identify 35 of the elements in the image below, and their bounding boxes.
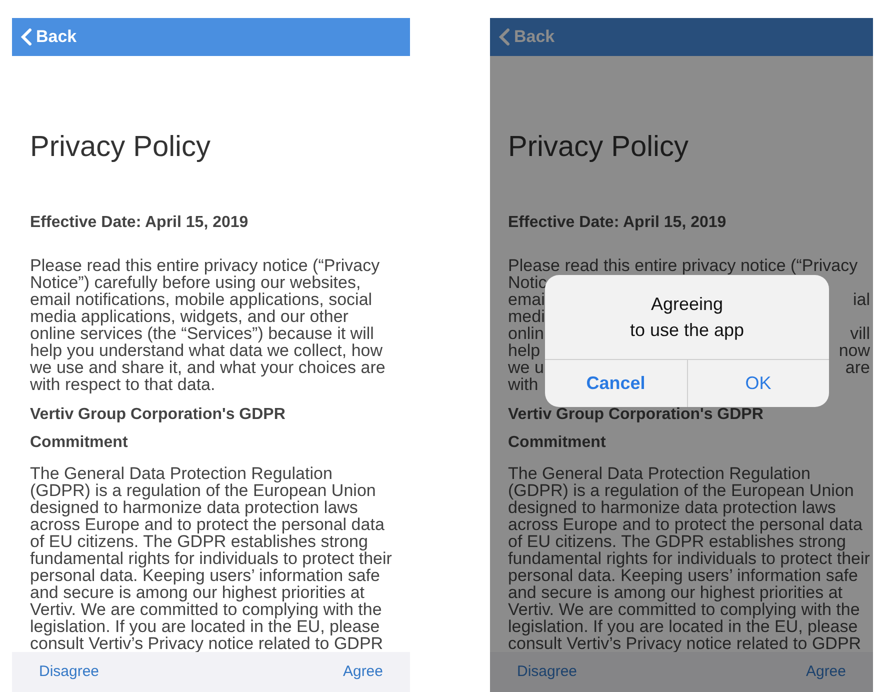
section-heading: Vertiv Group Corporation's GDPR xyxy=(30,405,286,425)
intro-fragment: help xyxy=(508,342,540,359)
disagree-button[interactable]: Disagree xyxy=(517,660,578,684)
back-button[interactable]: Back xyxy=(498,24,555,50)
intro-fragment: emai xyxy=(508,291,545,308)
intro-fragment: now xyxy=(838,342,870,359)
gdpr-paragraph: The General Data Protection Regulation (GDPR) is a regulation of the European Union designed to harmonize data protection laws across Europe and to protect the personal data of EU citizens. The GDPR establishes strong fundamental rights for individuals to protect their personal data. Keeping users’ information safe and secure is among our highest priorities at Vertiv. We are committed to complying with the legislation. If you are located in the EU, please consult Vertiv’s Privacy notice related to GDPR xyxy=(508,465,870,652)
disagree-button[interactable]: Disagree xyxy=(39,660,100,684)
agree-button[interactable]: Agree xyxy=(806,660,846,684)
section-heading: Commitment xyxy=(508,433,607,453)
dialog-title: to use the app xyxy=(630,319,744,342)
intro-fragment: onlin xyxy=(508,325,544,342)
intro-fragment: we u xyxy=(508,359,544,376)
section-heading: Vertiv Group Corporation's GDPR xyxy=(508,405,764,425)
intro-fragment: vill xyxy=(850,325,870,342)
dialog-title: Agreeing xyxy=(650,293,724,316)
gdpr-paragraph: The General Data Protection Regulation (GDPR) is a regulation of the European Union designed to harmonize data protection laws across Europe and to protect the personal data of EU citizens. The GDPR establishes strong fundamental rights for individuals to protect their personal data. Keeping users’ information safe and secure is among our highest priorities at Vertiv. We are committed to complying with the legislation. If you are located in the EU, please consult Vertiv’s Privacy notice related to GDPR xyxy=(30,465,392,652)
dialog-button[interactable]: OK xyxy=(688,360,829,407)
chevron-left-icon xyxy=(20,28,32,46)
intro-line: Please read this entire privacy notice (“Privacy xyxy=(508,257,859,274)
intro-paragraph: Please read this entire privacy notice (“Privacy Notice”) carefully before using our websites, email notifications, mobile applications, social media applications, widgets, and our other online services (the “Services”) because it will help you understand what data we collect, how we use and share it, and what your choices are with respect to that data. xyxy=(30,257,386,393)
page-title: Privacy Policy xyxy=(508,130,690,164)
effective-date: Effective Date: April 15, 2019 xyxy=(508,214,728,232)
intro-fragment: Notic xyxy=(508,274,547,291)
back-button[interactable]: Back xyxy=(20,24,77,50)
chevron-left-icon xyxy=(498,28,510,46)
section-heading: Commitment xyxy=(30,433,129,453)
intro-fragment: are xyxy=(845,359,870,376)
effective-date: Effective Date: April 15, 2019 xyxy=(30,214,250,232)
intro-fragment: with xyxy=(508,376,538,393)
intro-fragment: medi xyxy=(508,308,545,325)
agree-button[interactable]: Agree xyxy=(342,660,383,684)
intro-fragment: ial xyxy=(852,291,870,308)
page-title: Privacy Policy xyxy=(30,130,212,164)
dialog-button[interactable]: Cancel xyxy=(545,360,688,407)
